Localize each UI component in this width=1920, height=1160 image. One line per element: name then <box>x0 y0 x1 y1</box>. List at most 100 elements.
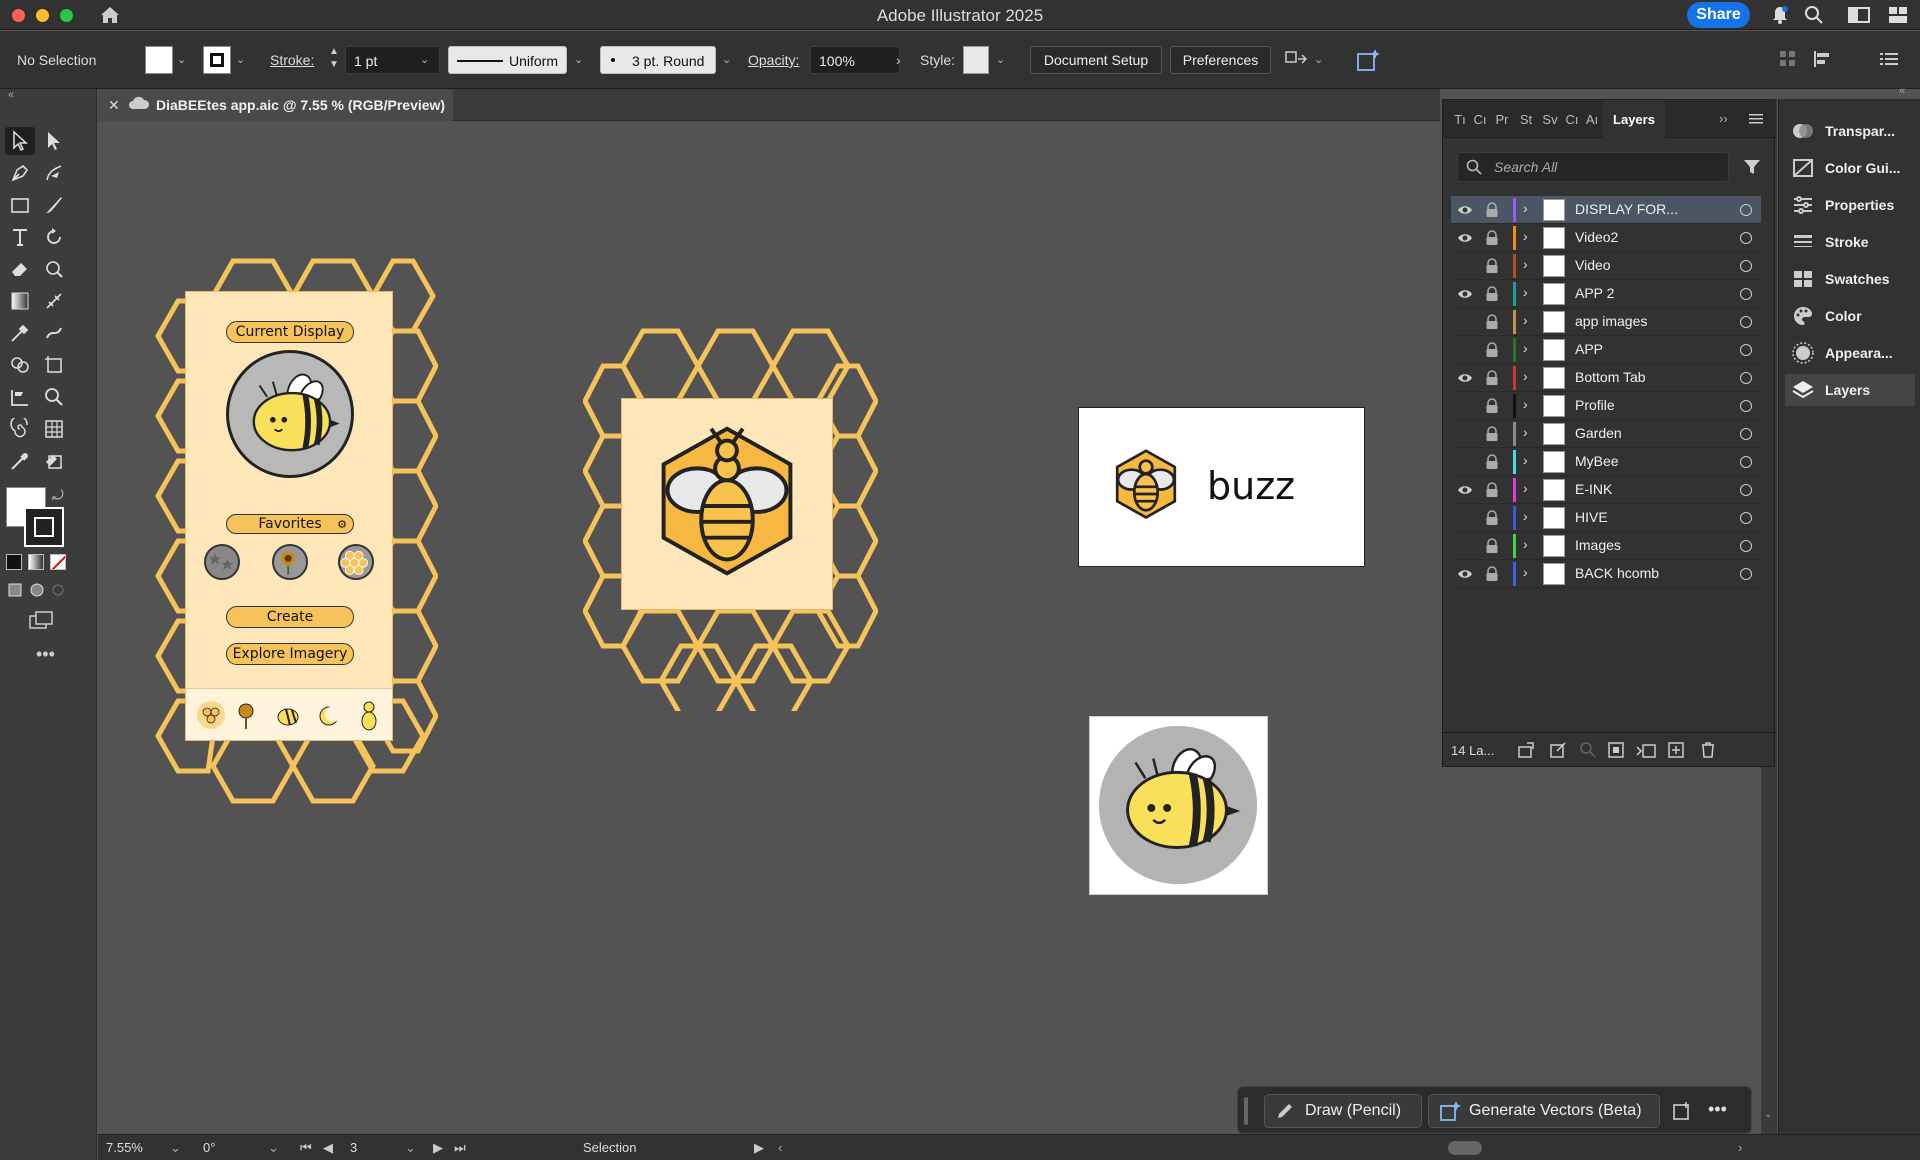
visibility-eye-icon[interactable] <box>1457 202 1473 218</box>
app-screen-artboard[interactable]: Current Display Favorites ⚙ Create Explo… <box>185 291 393 741</box>
layer-name[interactable]: Garden <box>1575 425 1622 441</box>
notifications-icon[interactable] <box>1770 5 1790 25</box>
chevron-down-icon[interactable]: ⌄ <box>236 53 248 66</box>
chevron-down-icon[interactable]: ⌄ <box>177 53 189 66</box>
brush-definition[interactable]: 3 pt. Round <box>600 46 716 74</box>
panel-menu-icon[interactable] <box>1749 112 1763 124</box>
layer-name[interactable]: MyBee <box>1575 453 1619 469</box>
tab-swatches[interactable]: Sv <box>1539 100 1561 138</box>
rotation-value[interactable]: 0° <box>203 1140 215 1155</box>
grid-icon[interactable] <box>1778 49 1798 69</box>
arrange-icon[interactable] <box>1284 49 1308 71</box>
gear-icon[interactable]: ⚙ <box>337 518 347 531</box>
next-artboard-icon[interactable]: ▶ <box>433 1140 443 1156</box>
drag-handle[interactable] <box>1244 1097 1248 1125</box>
new-sublayer-icon[interactable] <box>1635 741 1657 762</box>
scroll-right-icon[interactable]: › <box>1738 1140 1742 1155</box>
lock-icon[interactable] <box>1485 286 1499 302</box>
layer-name[interactable]: E-INK <box>1575 481 1612 497</box>
draw-pencil-button[interactable]: Draw (Pencil) <box>1264 1094 1422 1128</box>
screen-mode-icon[interactable] <box>28 609 58 633</box>
expand-chevron-icon[interactable]: › <box>1523 228 1528 244</box>
expand-chevron-icon[interactable]: › <box>1523 284 1528 300</box>
menu-icon[interactable] <box>1880 51 1898 67</box>
buzz-logo-artboard[interactable]: buzz <box>1078 407 1365 567</box>
layer-target-icon[interactable] <box>1740 456 1752 468</box>
dock-properties[interactable]: Properties <box>1785 189 1915 221</box>
layer-row[interactable]: › app images <box>1451 308 1761 336</box>
layer-name[interactable]: Profile <box>1575 397 1615 413</box>
favorite-flower-thumb[interactable] <box>272 544 308 580</box>
rotate-tool-icon[interactable] <box>39 223 69 251</box>
visibility-eye-icon[interactable] <box>1457 258 1473 274</box>
eraser-tool-icon[interactable] <box>5 255 35 283</box>
layer-name[interactable]: app images <box>1575 313 1647 329</box>
layer-target-icon[interactable] <box>1740 512 1752 524</box>
layer-row[interactable]: › Profile <box>1451 392 1761 420</box>
layer-row[interactable]: › APP 2 <box>1451 280 1761 308</box>
draw-mode-icons[interactable] <box>8 581 68 599</box>
expand-chevron-icon[interactable]: › <box>1523 536 1528 552</box>
visibility-eye-icon[interactable] <box>1457 454 1473 470</box>
explore-imagery-button[interactable]: Explore Imagery <box>226 643 354 665</box>
visibility-eye-icon[interactable] <box>1457 342 1473 358</box>
eyedropper-tool-icon[interactable] <box>5 319 35 347</box>
expand-chevron-icon[interactable]: › <box>1523 424 1528 440</box>
previous-artboard-icon[interactable]: ◀ <box>323 1140 333 1156</box>
favorite-honeycomb-thumb[interactable] <box>338 544 374 580</box>
eyedropper-alt-tool-icon[interactable] <box>5 447 35 475</box>
layer-target-icon[interactable] <box>1740 204 1752 216</box>
expand-chevron-icon[interactable]: › <box>1523 368 1528 384</box>
bee-avatar-artboard[interactable] <box>1089 716 1268 895</box>
rectangle-tool-icon[interactable] <box>5 191 35 219</box>
layer-row[interactable]: › APP <box>1451 336 1761 364</box>
expand-chevron-icon[interactable]: › <box>1523 452 1528 468</box>
filter-icon[interactable] <box>1743 158 1761 176</box>
tab-transform[interactable]: Tı <box>1451 100 1469 138</box>
new-layer-icon[interactable] <box>1667 741 1685 762</box>
layer-target-icon[interactable] <box>1740 372 1752 384</box>
gradient-tool-icon[interactable] <box>5 287 35 315</box>
layer-target-icon[interactable] <box>1740 344 1752 356</box>
layer-target-icon[interactable] <box>1740 428 1752 440</box>
graphic-style-swatch[interactable] <box>963 46 989 74</box>
layer-target-icon[interactable] <box>1740 260 1752 272</box>
layer-name[interactable]: Bottom Tab <box>1575 369 1646 385</box>
lock-icon[interactable] <box>1485 202 1499 218</box>
more-options-icon[interactable]: ••• <box>1708 1099 1727 1120</box>
chevron-down-icon[interactable]: ⌄ <box>996 53 1008 66</box>
stroke-swatch[interactable] <box>203 46 231 74</box>
collapse-dock-icon[interactable]: « <box>1899 85 1905 97</box>
lock-icon[interactable] <box>1485 538 1499 554</box>
lock-icon[interactable] <box>1485 258 1499 274</box>
clipping-mask-icon[interactable] <box>1607 741 1625 762</box>
first-artboard-icon[interactable]: ⏮ <box>300 1140 312 1156</box>
lock-icon[interactable] <box>1485 510 1499 526</box>
layer-row[interactable]: › E-INK <box>1451 476 1761 504</box>
dock-appearance[interactable]: Appeara... <box>1785 337 1915 369</box>
chevron-down-icon[interactable]: ⌄ <box>574 53 586 66</box>
visibility-eye-icon[interactable] <box>1457 482 1473 498</box>
warp-tool-icon[interactable] <box>39 255 69 283</box>
expand-chevron-icon[interactable]: › <box>1523 312 1528 328</box>
layer-target-icon[interactable] <box>1740 568 1752 580</box>
layer-row[interactable]: › Video2 <box>1451 224 1761 252</box>
layer-name[interactable]: APP 2 <box>1575 285 1614 301</box>
document-setup-button[interactable]: Document Setup <box>1030 46 1162 74</box>
delete-layer-icon[interactable] <box>1699 741 1717 762</box>
lock-icon[interactable] <box>1485 398 1499 414</box>
selection-tool-icon[interactable] <box>5 127 35 155</box>
layer-target-icon[interactable] <box>1740 316 1752 328</box>
status-menu-icon[interactable]: ▶ <box>754 1140 764 1156</box>
layer-row[interactable]: › Bottom Tab <box>1451 364 1761 392</box>
scroll-down-icon[interactable]: ⌄ <box>1764 1109 1772 1120</box>
dock-color[interactable]: Color <box>1785 300 1915 332</box>
chevron-down-icon[interactable]: ⌄ <box>420 53 432 66</box>
table-tool-icon[interactable] <box>39 415 69 443</box>
tab-layers[interactable]: Layers <box>1603 100 1665 138</box>
share-button[interactable]: Share <box>1687 2 1750 28</box>
zoom-tool-icon[interactable] <box>39 383 69 411</box>
close-tab-icon[interactable]: ✕ <box>108 97 120 114</box>
search-icon[interactable] <box>1804 5 1824 25</box>
chevron-down-icon[interactable]: ⌄ <box>722 53 734 66</box>
